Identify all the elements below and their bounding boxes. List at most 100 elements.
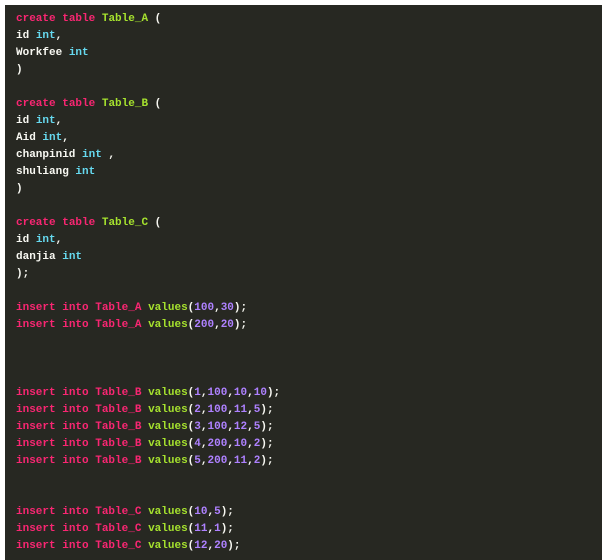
plain-token: id (16, 234, 36, 246)
plain-token: , (247, 421, 254, 433)
code-line: chanpinid int , (16, 147, 602, 164)
keyword-token: insert (16, 506, 56, 518)
plain-token: , (200, 438, 208, 450)
plain-token: , (200, 387, 208, 399)
code-line: insert into Table_B values(5,200,11,2); (16, 453, 602, 470)
code-line: insert into Table_B values(1,100,10,10); (16, 385, 602, 402)
number-token: 10 (253, 387, 267, 399)
plain-token: Workfee (16, 47, 69, 59)
keyword-token: insert (16, 404, 56, 416)
plain-token: , (247, 455, 254, 467)
name-token: values (148, 455, 188, 467)
code-line: create table Table_B ( (16, 96, 602, 113)
keyword-token: insert (16, 302, 56, 314)
plain-token: , (227, 404, 234, 416)
plain-token: , (227, 387, 234, 399)
plain-token: , (200, 404, 208, 416)
number-token: 100 (207, 387, 228, 399)
keyword-token: into (62, 421, 89, 433)
number-token: 10 (233, 438, 248, 450)
type-token: int (68, 47, 89, 59)
keyword-token: Table_B (95, 455, 142, 467)
keyword-token: table (62, 13, 96, 25)
plain-token: , (227, 421, 234, 433)
plain-token: ); (260, 421, 274, 433)
plain-token: ); (266, 387, 281, 399)
plain-token: Aid (16, 132, 43, 144)
code-line: Aid int, (16, 130, 602, 147)
name-token: values (148, 319, 188, 331)
code-line: ) (16, 62, 602, 79)
code-line: create table Table_C ( (16, 215, 602, 232)
name-token: values (148, 302, 188, 314)
keyword-token: Table_B (95, 387, 142, 399)
plain-token: ( (148, 98, 162, 110)
type-token: int (75, 166, 96, 178)
plain-token: , (214, 302, 221, 314)
keyword-token: table (62, 217, 96, 229)
number-token: 10 (194, 506, 208, 518)
keyword-token: insert (16, 319, 56, 331)
number-token: 11 (233, 404, 248, 416)
code-line: insert into Table_B values(4,200,10,2); (16, 436, 602, 453)
plain-token: , (247, 387, 254, 399)
number-token: 100 (194, 302, 215, 314)
plain-token: , (55, 115, 63, 127)
code-line: id int, (16, 232, 602, 249)
number-token: 10 (233, 387, 248, 399)
keyword-token: into (62, 302, 89, 314)
name-token: values (148, 523, 188, 535)
plain-token: , (62, 132, 69, 144)
name-token: values (148, 404, 188, 416)
plain-token: , (55, 234, 63, 246)
keyword-token: into (62, 438, 89, 450)
code-block: create table Table_A (id int, Workfee int… (5, 5, 602, 560)
plain-token: ); (260, 455, 274, 467)
number-token: 100 (207, 421, 228, 433)
keyword-token: insert (16, 421, 56, 433)
plain-token: ( (148, 217, 162, 229)
plain-token: ); (233, 302, 248, 314)
code-line: insert into Table_B values(3,100,12,5); (16, 419, 602, 436)
code-line: Workfee int (16, 45, 602, 62)
number-token: 30 (220, 302, 234, 314)
number-token: 2 (194, 404, 201, 416)
number-token: 1 (194, 387, 201, 399)
number-token: 5 (214, 506, 221, 518)
keyword-token: Table_B (95, 438, 142, 450)
number-token: 20 (214, 540, 228, 552)
keyword-token: insert (16, 540, 56, 552)
plain-token: ) (16, 183, 23, 195)
plain-token: ( (148, 13, 162, 25)
type-token: int (35, 115, 56, 127)
plain-token: id (16, 115, 36, 127)
code-line: ); (16, 266, 602, 283)
keyword-token: Table_B (95, 421, 142, 433)
keyword-token: Table_A (95, 302, 142, 314)
plain-token: , (227, 438, 234, 450)
code-line: insert into Table_A values(100,30); (16, 300, 602, 317)
number-token: 12 (194, 540, 208, 552)
number-token: 200 (194, 319, 215, 331)
name-token: Table_A (101, 13, 149, 25)
code-line: ) (16, 181, 602, 198)
number-token: 20 (220, 319, 234, 331)
keyword-token: into (62, 455, 89, 467)
code-line: id int, (16, 28, 602, 45)
plain-token: , (214, 319, 221, 331)
keyword-token: insert (16, 455, 56, 467)
type-token: int (35, 30, 56, 42)
plain-token: , (200, 455, 208, 467)
keyword-token: insert (16, 523, 56, 535)
plain-token: ); (16, 268, 30, 280)
plain-token: danjia (16, 251, 63, 263)
name-token: values (148, 438, 188, 450)
keyword-token: Table_C (95, 506, 142, 518)
plain-token: ); (220, 523, 234, 535)
plain-token: , (247, 438, 254, 450)
